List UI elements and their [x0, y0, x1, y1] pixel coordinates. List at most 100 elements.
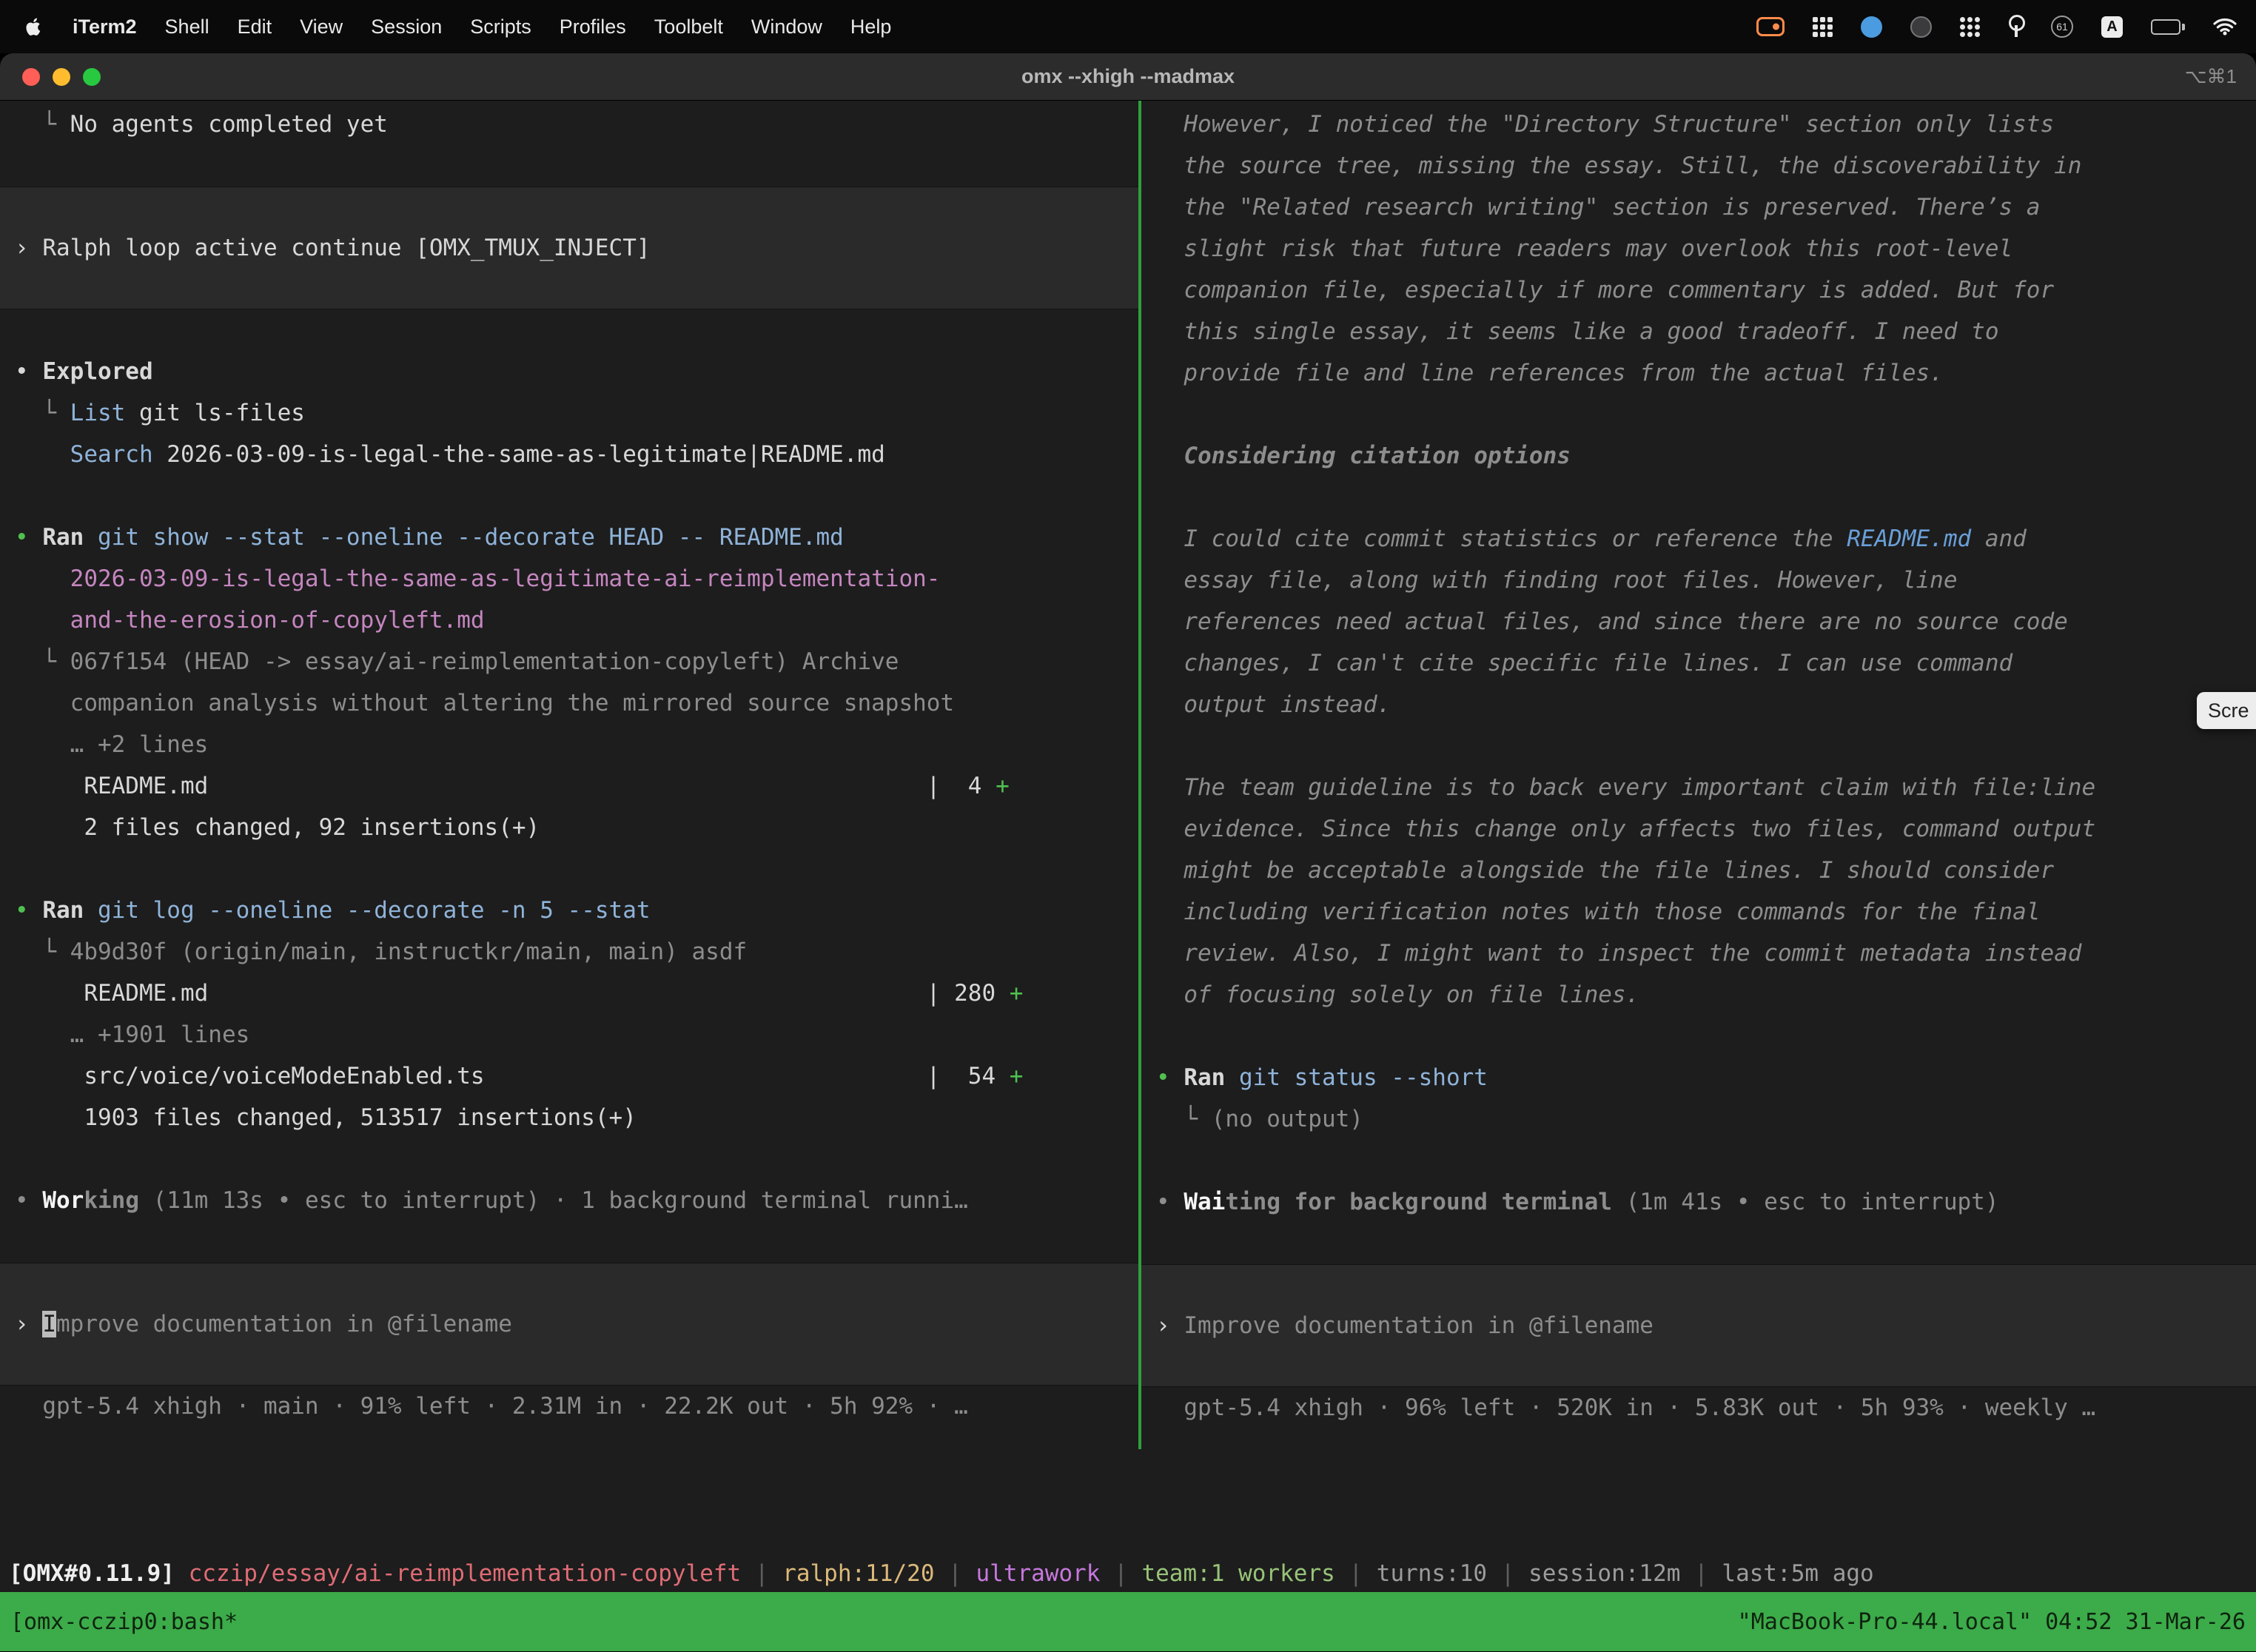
- model-status-line: gpt-5.4 xhigh · main · 91% left · 2.31M …: [15, 1386, 1124, 1427]
- apple-menu-icon[interactable]: [19, 15, 58, 39]
- terminal-line: … +1901 lines: [15, 1014, 1124, 1055]
- ralph-inject-box[interactable]: › Ralph loop active continue [OMX_TMUX_I…: [0, 187, 1138, 309]
- terminal-line: README.md | 280 +: [15, 973, 1124, 1014]
- menu-item-shell[interactable]: Shell: [151, 16, 224, 38]
- terminal-line: might be acceptable alongside the file l…: [1156, 850, 2241, 891]
- tmux-status-bar: [omx-cczip0:bash* "MacBook-Pro-44.local"…: [0, 1592, 2256, 1651]
- menu-item-profiles[interactable]: Profiles: [545, 16, 640, 38]
- screen-float-tab[interactable]: Scre: [2197, 692, 2256, 729]
- menu-item-iterm2[interactable]: iTerm2: [58, 16, 151, 38]
- left-pane[interactable]: └ No agents completed yet › Ralph loop ac…: [0, 101, 1138, 1449]
- terminal-line: of focusing solely on file lines.: [1156, 974, 2241, 1015]
- screen-float-tab-label: Scre: [2208, 699, 2249, 722]
- blank-line: [1156, 725, 2241, 767]
- prompt-input-box[interactable]: › Improve documentation in @filename: [1141, 1264, 2256, 1387]
- terminal-line: 2026-03-09-is-legal-the-same-as-legitima…: [15, 558, 1124, 600]
- minimize-button[interactable]: [53, 68, 70, 86]
- menu-item-session[interactable]: Session: [357, 16, 456, 38]
- terminal-line: companion analysis without altering the …: [15, 682, 1124, 724]
- title-bar: omx --xhigh --madmax ⌥⌘1: [0, 53, 2256, 101]
- thinking-heading-line: Considering citation options: [1156, 435, 2241, 477]
- terminal-line: this single essay, it seems like a good …: [1156, 311, 2241, 352]
- blank-line: [15, 848, 1124, 890]
- blue-app-icon[interactable]: [1861, 16, 1882, 38]
- menu-items: ShellEditViewSessionScriptsProfilesToolb…: [151, 16, 906, 38]
- terminal-line: essay file, along with finding root file…: [1156, 560, 2241, 601]
- menu-bar: iTerm2 ShellEditViewSessionScriptsProfil…: [0, 0, 2256, 53]
- terminal-window: └ No agents completed yet › Ralph loop ac…: [0, 101, 2256, 1651]
- terminal-line: provide file and line references from th…: [1156, 352, 2241, 394]
- close-button[interactable]: [22, 68, 40, 86]
- blank-line: [1156, 1015, 2241, 1057]
- window-shortcut-badge: ⌥⌘1: [2185, 65, 2237, 88]
- terminal-line: However, I noticed the "Directory Struct…: [1156, 104, 2241, 145]
- terminal-line: including verification notes with those …: [1156, 891, 2241, 933]
- terminal-line: 2 files changed, 92 insertions(+): [15, 807, 1124, 848]
- right-pane[interactable]: However, I noticed the "Directory Struct…: [1141, 101, 2256, 1449]
- waiting-status-line: • Waiting for background terminal (1m 41…: [1156, 1181, 2241, 1223]
- terminal-line: companion file, especially if more comme…: [1156, 269, 2241, 311]
- menu-item-view[interactable]: View: [286, 16, 357, 38]
- menu-item-edit[interactable]: Edit: [224, 16, 286, 38]
- terminal-line: review. Also, I might want to inspect th…: [1156, 933, 2241, 974]
- ran-git-show-line: • Ran git show --stat --oneline --decora…: [15, 517, 1124, 558]
- terminal-line: slight risk that future readers may over…: [1156, 228, 2241, 269]
- zoom-button[interactable]: [83, 68, 101, 86]
- agents-status-line: └ No agents completed yet: [15, 104, 1124, 145]
- terminal-line: changes, I can't cite specific file line…: [1156, 642, 2241, 684]
- battery-icon[interactable]: [2151, 19, 2185, 35]
- terminal-line: … +2 lines: [15, 724, 1124, 765]
- terminal-line: README.md | 4 +: [15, 765, 1124, 807]
- blank-line: [15, 309, 1124, 351]
- blank-line: [1156, 1140, 2241, 1181]
- terminal-line: Search 2026-03-09-is-legal-the-same-as-l…: [15, 434, 1124, 475]
- ran-git-log-line: • Ran git log --oneline --decorate -n 5 …: [15, 890, 1124, 931]
- menu-item-toolbelt[interactable]: Toolbelt: [640, 16, 737, 38]
- blank-line: [1156, 1223, 2241, 1264]
- window-title: omx --xhigh --madmax: [1021, 65, 1235, 88]
- screen-recording-icon[interactable]: [1756, 17, 1785, 36]
- terminal-line: └ List git ls-files: [15, 392, 1124, 434]
- blank-line: [15, 1221, 1124, 1263]
- terminal-line: The team guideline is to back every impo…: [1156, 767, 2241, 808]
- window-controls: [22, 68, 101, 86]
- terminal-line: └ (no output): [1156, 1098, 2241, 1140]
- terminal-line: src/voice/voiceModeEnabled.ts | 54 +: [15, 1055, 1124, 1097]
- menu-item-window[interactable]: Window: [737, 16, 836, 38]
- explored-header-line: • Explored: [15, 351, 1124, 392]
- grid-app-icon[interactable]: [1813, 17, 1833, 37]
- working-status-line: • Working (11m 13s • esc to interrupt) ·…: [15, 1180, 1124, 1221]
- terminal-line: └ 4b9d30f (origin/main, instructkr/main,…: [15, 931, 1124, 973]
- blank-line: [15, 1138, 1124, 1180]
- menu-item-scripts[interactable]: Scripts: [456, 16, 545, 38]
- menu-item-help[interactable]: Help: [836, 16, 906, 38]
- terminal-panes: └ No agents completed yet › Ralph loop ac…: [0, 101, 2256, 1449]
- blank-line: [1156, 477, 2241, 518]
- model-status-line: gpt-5.4 xhigh · 96% left · 520K in · 5.8…: [1156, 1387, 2241, 1428]
- terminal-line: evidence. Since this change only affects…: [1156, 808, 2241, 850]
- wifi-icon[interactable]: [2213, 17, 2237, 36]
- dots-grid-icon[interactable]: [1960, 17, 1980, 37]
- terminal-line: 1903 files changed, 513517 insertions(+): [15, 1097, 1124, 1138]
- tmux-session-label[interactable]: [omx-cczip0:bash*: [10, 1609, 238, 1635]
- terminal-line: references need actual files, and since …: [1156, 601, 2241, 642]
- ran-git-status-line: • Ran git status --short: [1156, 1057, 2241, 1098]
- input-source-icon[interactable]: A: [2101, 16, 2123, 38]
- gauge-icon[interactable]: 61: [2051, 16, 2073, 38]
- blank-line: [1156, 394, 2241, 435]
- terminal-line: the source tree, missing the essay. Stil…: [1156, 145, 2241, 187]
- terminal-line: output instead.: [1156, 684, 2241, 725]
- prompt-input-box[interactable]: › Improve documentation in @filename: [0, 1263, 1138, 1386]
- blank-line: [15, 145, 1124, 187]
- menu-left: iTerm2 ShellEditViewSessionScriptsProfil…: [19, 15, 905, 39]
- tmux-host-clock-label: "MacBook-Pro-44.local" 04:52 31-Mar-26: [1738, 1609, 2246, 1635]
- terminal-line: I could cite commit statistics or refere…: [1156, 518, 2241, 560]
- key-icon[interactable]: [2008, 15, 2023, 38]
- terminal-line: the "Related research writing" section i…: [1156, 187, 2241, 228]
- omx-status-bar: [OMX#0.11.9] cczip/essay/ai-reimplementa…: [0, 1449, 2256, 1592]
- omx-status-line: [OMX#0.11.9] cczip/essay/ai-reimplementa…: [9, 1553, 2247, 1594]
- menu-status-icons: 61 A: [1756, 15, 2237, 38]
- dark-app-icon[interactable]: [1910, 16, 1932, 38]
- terminal-line: and-the-erosion-of-copyleft.md: [15, 600, 1124, 641]
- blank-line: [15, 475, 1124, 517]
